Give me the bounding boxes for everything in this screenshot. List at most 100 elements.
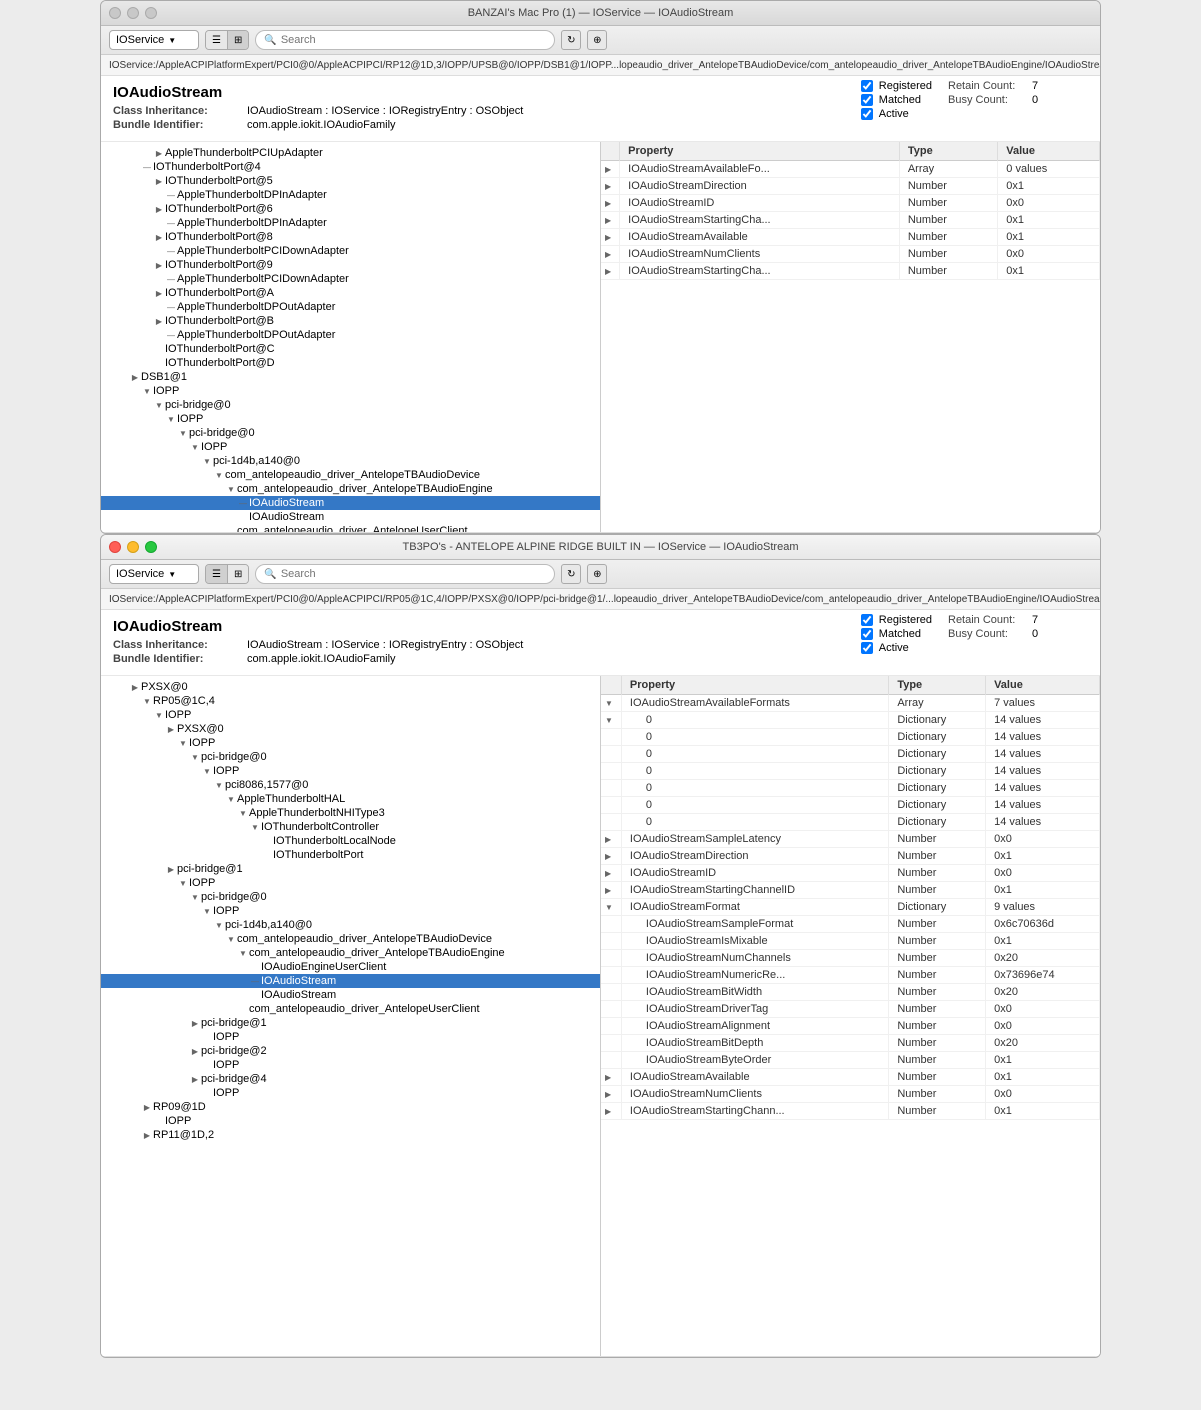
search-box-2[interactable]: 🔍 bbox=[255, 564, 555, 584]
tree-item[interactable]: ▼IOPP bbox=[101, 764, 600, 778]
minimize-button-2[interactable] bbox=[127, 541, 139, 553]
tree-item[interactable]: IOAudioStream bbox=[101, 988, 600, 1002]
tree-pane-2[interactable]: ▶PXSX@0▼RP05@1C,4▼IOPP▶PXSX@0▼IOPP▼pci-b… bbox=[101, 676, 601, 1356]
tree-item[interactable]: ▼pci-1d4b,a140@0 bbox=[101, 454, 600, 468]
prop-expand-arrow[interactable] bbox=[601, 729, 621, 746]
list-view-btn-2[interactable]: ☰ bbox=[206, 565, 228, 583]
table-row[interactable]: 0Dictionary14 values bbox=[601, 729, 1100, 746]
table-row[interactable]: IOAudioStreamAlignmentNumber0x0 bbox=[601, 1018, 1100, 1035]
table-row[interactable]: ▶IOAudioStreamAvailableNumber0x1 bbox=[601, 1069, 1100, 1086]
maximize-button-2[interactable] bbox=[145, 541, 157, 553]
tree-item[interactable]: ▶DSB1@1 bbox=[101, 370, 600, 384]
search-box-1[interactable]: 🔍 bbox=[255, 30, 555, 50]
tree-item[interactable]: ▼IOPP bbox=[101, 904, 600, 918]
table-row[interactable]: 0Dictionary14 values bbox=[601, 780, 1100, 797]
tree-item[interactable]: ▼pci-bridge@0 bbox=[101, 426, 600, 440]
table-row[interactable]: ▶IOAudioStreamNumClientsNumber0x0 bbox=[601, 1086, 1100, 1103]
minimize-button-1[interactable] bbox=[127, 7, 139, 19]
prop-expand-arrow[interactable] bbox=[601, 967, 621, 984]
prop-expand-arrow[interactable] bbox=[601, 1018, 621, 1035]
prop-expand-arrow[interactable]: ▶ bbox=[601, 831, 621, 848]
prop-expand-arrow[interactable]: ▶ bbox=[601, 1069, 621, 1086]
table-row[interactable]: ▶IOAudioStreamStartingCha...Number0x1 bbox=[601, 212, 1100, 229]
tree-item[interactable]: ▼com_antelopeaudio_driver_AntelopeTBAudi… bbox=[101, 468, 600, 482]
tree-item[interactable]: ▼pci-1d4b,a140@0 bbox=[101, 918, 600, 932]
list-view-btn-1[interactable]: ☰ bbox=[206, 31, 228, 49]
registered-checkbox-1[interactable] bbox=[861, 80, 873, 92]
tree-item[interactable]: ▶IOThunderboltPort@B bbox=[101, 314, 600, 328]
table-row[interactable]: IOAudioStreamSampleFormatNumber0x6c70636… bbox=[601, 916, 1100, 933]
service-dropdown-2[interactable]: IOService ▼ bbox=[109, 564, 199, 584]
tree-item[interactable]: ▼AppleThunderboltHAL bbox=[101, 792, 600, 806]
prop-expand-arrow[interactable]: ▶ bbox=[601, 882, 621, 899]
refresh-btn-1[interactable]: ↻ bbox=[561, 30, 581, 50]
refresh-btn-2[interactable]: ↻ bbox=[561, 564, 581, 584]
table-row[interactable]: 0Dictionary14 values bbox=[601, 746, 1100, 763]
tree-item[interactable]: ▶AppleThunderboltPCIUpAdapter bbox=[101, 146, 600, 160]
tree-item[interactable]: ▶RP09@1D bbox=[101, 1100, 600, 1114]
tree-item[interactable]: com_antelopeaudio_driver_AntelopeUserCli… bbox=[101, 1002, 600, 1016]
prop-expand-arrow[interactable]: ▶ bbox=[601, 195, 620, 212]
registered-checkbox-2[interactable] bbox=[861, 614, 873, 626]
tree-item[interactable]: IOThunderboltLocalNode bbox=[101, 834, 600, 848]
table-row[interactable]: 0Dictionary14 values bbox=[601, 814, 1100, 831]
table-row[interactable]: ▼0Dictionary14 values bbox=[601, 712, 1100, 729]
prop-expand-arrow[interactable] bbox=[601, 780, 621, 797]
table-row[interactable]: IOAudioStreamByteOrderNumber0x1 bbox=[601, 1052, 1100, 1069]
prop-expand-arrow[interactable] bbox=[601, 933, 621, 950]
tree-item[interactable]: IOThunderboltPort bbox=[101, 848, 600, 862]
export-btn-2[interactable]: ⊕ bbox=[587, 564, 607, 584]
prop-expand-arrow[interactable]: ▶ bbox=[601, 1086, 621, 1103]
table-row[interactable]: ▶IOAudioStreamStartingCha...Number0x1 bbox=[601, 263, 1100, 280]
tree-item[interactable]: ▼pci8086,1577@0 bbox=[101, 778, 600, 792]
tree-item[interactable]: IOPP bbox=[101, 1058, 600, 1072]
tree-item[interactable]: IOPP bbox=[101, 1114, 600, 1128]
tree-item[interactable]: ▼IOPP bbox=[101, 876, 600, 890]
tree-item[interactable]: ▼IOPP bbox=[101, 736, 600, 750]
prop-expand-arrow[interactable]: ▶ bbox=[601, 1103, 621, 1120]
tree-item[interactable]: ▶PXSX@0 bbox=[101, 680, 600, 694]
prop-expand-arrow[interactable]: ▼ bbox=[601, 712, 621, 729]
tree-item[interactable]: ▶IOThunderboltPort@9 bbox=[101, 258, 600, 272]
table-row[interactable]: ▶IOAudioStreamAvailableNumber0x1 bbox=[601, 229, 1100, 246]
tree-item[interactable]: ▼RP05@1C,4 bbox=[101, 694, 600, 708]
prop-expand-arrow[interactable]: ▶ bbox=[601, 246, 620, 263]
tree-item[interactable]: ▼pci-bridge@0 bbox=[101, 890, 600, 904]
table-row[interactable]: ▶IOAudioStreamStartingChann...Number0x1 bbox=[601, 1103, 1100, 1120]
tree-item[interactable]: IOThunderboltPort@D bbox=[101, 356, 600, 370]
tree-item[interactable]: —AppleThunderboltDPOutAdapter bbox=[101, 328, 600, 342]
tree-item[interactable]: ▼AppleThunderboltNHIType3 bbox=[101, 806, 600, 820]
grid-view-btn-2[interactable]: ⊞ bbox=[228, 565, 248, 583]
prop-expand-arrow[interactable] bbox=[601, 916, 621, 933]
search-input-1[interactable] bbox=[281, 34, 547, 46]
tree-item[interactable]: —AppleThunderboltDPInAdapter bbox=[101, 216, 600, 230]
prop-expand-arrow[interactable]: ▶ bbox=[601, 212, 620, 229]
tree-item[interactable]: —IOAudioStream bbox=[101, 496, 600, 510]
prop-expand-arrow[interactable]: ▶ bbox=[601, 229, 620, 246]
export-btn-1[interactable]: ⊕ bbox=[587, 30, 607, 50]
table-row[interactable]: 0Dictionary14 values bbox=[601, 763, 1100, 780]
prop-expand-arrow[interactable] bbox=[601, 814, 621, 831]
table-row[interactable]: IOAudioStreamBitDepthNumber0x20 bbox=[601, 1035, 1100, 1052]
prop-expand-arrow[interactable]: ▶ bbox=[601, 161, 620, 178]
prop-expand-arrow[interactable] bbox=[601, 1001, 621, 1018]
table-row[interactable]: IOAudioStreamIsMixableNumber0x1 bbox=[601, 933, 1100, 950]
prop-expand-arrow[interactable] bbox=[601, 1052, 621, 1069]
tree-item[interactable]: IOThunderboltPort@C bbox=[101, 342, 600, 356]
tree-item[interactable]: ▼pci-bridge@0 bbox=[101, 750, 600, 764]
prop-expand-arrow[interactable]: ▼ bbox=[601, 899, 621, 916]
table-row[interactable]: ▶IOAudioStreamIDNumber0x0 bbox=[601, 195, 1100, 212]
tree-item[interactable]: IOPP bbox=[101, 1086, 600, 1100]
table-row[interactable]: ▶IOAudioStreamNumClientsNumber0x0 bbox=[601, 246, 1100, 263]
tree-item[interactable]: ▼IOPP bbox=[101, 412, 600, 426]
prop-expand-arrow[interactable]: ▶ bbox=[601, 848, 621, 865]
prop-expand-arrow[interactable] bbox=[601, 984, 621, 1001]
tree-item[interactable]: IOAudioStream bbox=[101, 510, 600, 524]
props-pane-2[interactable]: Property Type Value ▼IOAudioStreamAvaila… bbox=[601, 676, 1100, 1356]
tree-item[interactable]: IOPP bbox=[101, 1030, 600, 1044]
tree-item[interactable]: ▼IOPP bbox=[101, 440, 600, 454]
tree-item[interactable]: ▶pci-bridge@1 bbox=[101, 862, 600, 876]
tree-item[interactable]: ▶RP11@1D,2 bbox=[101, 1128, 600, 1142]
tree-item[interactable]: ▼com_antelopeaudio_driver_AntelopeTBAudi… bbox=[101, 482, 600, 496]
tree-item[interactable]: com_antelopeaudio_driver_AntelopeUserCli… bbox=[101, 524, 600, 532]
